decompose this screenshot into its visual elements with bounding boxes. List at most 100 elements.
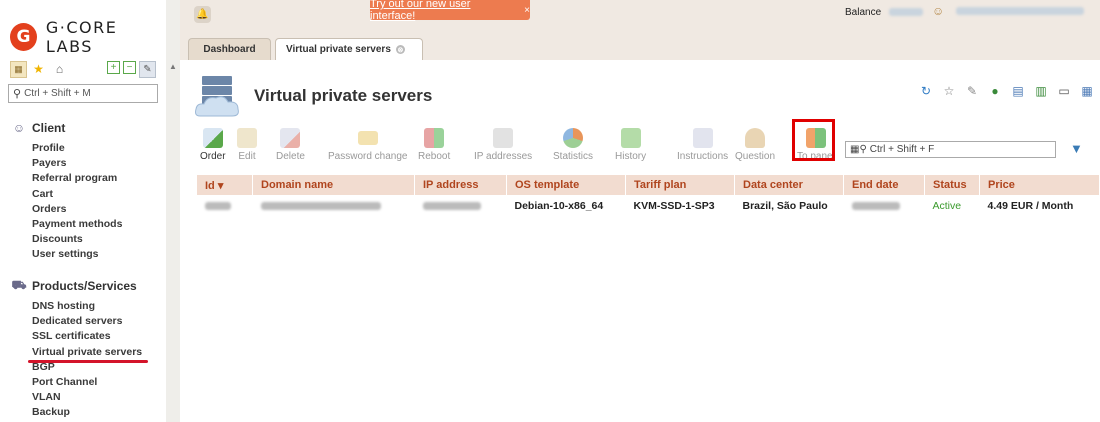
menu-tree-icon[interactable]: ▦	[10, 61, 27, 78]
balance-value-redacted	[888, 8, 923, 17]
print-icon[interactable]: ▭	[1057, 84, 1071, 98]
settings-table-icon[interactable]: ▦	[1080, 84, 1094, 98]
products-menu: DNS hosting Dedicated servers SSL certif…	[27, 299, 149, 421]
table-search-input[interactable]: ▦⚲ Ctrl + Shift + F	[845, 141, 1056, 158]
sidebar-item-discounts[interactable]: Discounts	[32, 232, 122, 247]
password-change-button[interactable]: Password change	[328, 128, 408, 162]
instructions-label: Instructions	[677, 151, 729, 162]
reboot-label: Reboot	[418, 151, 451, 162]
table-row[interactable]: Debian-10-x86_64 KVM-SSD-1-SP3 Brazil, S…	[197, 195, 1100, 217]
sidebar-search-input[interactable]: ⚲ Ctrl + Shift + M	[8, 84, 158, 103]
sidebar-splitter[interactable]: ▲	[166, 0, 180, 422]
collapse-all-icon[interactable]: −	[123, 61, 136, 74]
delete-button[interactable]: Delete	[276, 128, 305, 162]
to-panel-highlight	[792, 119, 835, 161]
section-products-label: Products/Services	[32, 279, 137, 293]
sidebar-item-vlan[interactable]: VLAN	[32, 390, 142, 405]
password-change-label: Password change	[328, 151, 408, 162]
sidebar-item-dedicated-servers[interactable]: Dedicated servers	[32, 314, 142, 329]
col-end-date[interactable]: End date	[843, 175, 925, 195]
instructions-button[interactable]: Instructions	[677, 128, 728, 162]
order-label: Order	[200, 151, 226, 162]
sidebar-item-backup[interactable]: Backup	[32, 405, 142, 420]
balance[interactable]: Balance	[845, 7, 923, 18]
notifications-icon[interactable]: 🔔	[194, 6, 211, 23]
sidebar-item-virtual-private-servers[interactable]: Virtual private servers	[27, 345, 149, 363]
globe-icon[interactable]: ●	[988, 84, 1002, 98]
close-tab-icon[interactable]: ⊗	[395, 45, 405, 54]
table-search-icon: ▦⚲	[850, 144, 867, 155]
cell-tariff-plan: KVM-SSD-1-SP3	[633, 200, 715, 212]
section-client-label: Client	[32, 121, 66, 135]
filter-icon[interactable]: ▼	[1070, 141, 1084, 156]
excel-icon[interactable]: ▥	[1034, 84, 1048, 98]
sidebar-toolbar: ▦ ★ ⌂ + − ✎	[10, 61, 162, 79]
sidebar-item-dns-hosting[interactable]: DNS hosting	[32, 299, 142, 314]
user-icon: ☺	[932, 4, 945, 18]
section-client-title[interactable]: ☺ Client	[12, 121, 65, 135]
sidebar-item-ssl-certificates[interactable]: SSL certificates	[32, 329, 142, 344]
table-search-placeholder: Ctrl + Shift + F	[869, 144, 935, 155]
export-icon[interactable]: ▤	[1011, 84, 1025, 98]
col-id[interactable]: Id ▾	[197, 175, 253, 195]
instructions-icon	[692, 128, 713, 148]
tab-dashboard-label: Dashboard	[203, 44, 256, 55]
sidebar-item-referral[interactable]: Referral program	[32, 171, 122, 186]
statistics-button[interactable]: Statistics	[553, 128, 593, 162]
server-cloud-icon	[195, 76, 239, 117]
expand-all-icon[interactable]: +	[107, 61, 120, 74]
col-os-template[interactable]: OS template	[506, 175, 626, 195]
question-button[interactable]: Question	[735, 128, 775, 162]
tab-virtual-private-servers[interactable]: Virtual private servers ⊗	[275, 38, 423, 60]
col-tariff-plan[interactable]: Tariff plan	[625, 175, 735, 195]
person-icon: ☺	[12, 121, 26, 135]
col-ip-address[interactable]: IP address	[414, 175, 507, 195]
col-data-center[interactable]: Data center	[734, 175, 844, 195]
tab-vps-label: Virtual private servers	[286, 44, 391, 55]
new-ui-link[interactable]: Try out our new user interface!	[370, 0, 516, 22]
col-status[interactable]: Status	[924, 175, 980, 195]
sidebar-item-orders[interactable]: Orders	[32, 202, 122, 217]
favorites-star-icon[interactable]: ★	[31, 61, 46, 76]
user-email-redacted	[956, 7, 1084, 15]
reboot-icon	[424, 128, 445, 148]
cell-end-date	[844, 195, 925, 217]
history-button[interactable]: History	[615, 128, 646, 162]
col-price[interactable]: Price	[979, 175, 1100, 195]
sidebar-item-payers[interactable]: Payers	[32, 156, 122, 171]
logo-mark-icon: G	[10, 23, 37, 51]
edit-label: Edit	[238, 151, 256, 162]
order-button[interactable]: Order	[200, 128, 226, 162]
pin-icon[interactable]: ✎	[139, 61, 156, 78]
sidebar-item-payment-methods[interactable]: Payment methods	[32, 217, 122, 232]
refresh-icon[interactable]: ↻	[919, 84, 933, 98]
cell-domain-name	[253, 195, 415, 217]
logo[interactable]: G G·CORE LABS	[10, 18, 166, 56]
sidebar-item-port-channel[interactable]: Port Channel	[32, 375, 142, 390]
new-ui-banner[interactable]: Try out our new user interface! ×	[370, 0, 530, 22]
ip-addresses-button[interactable]: IP addresses	[474, 128, 532, 162]
cell-data-center: Brazil, São Paulo	[742, 200, 828, 212]
col-domain-name[interactable]: Domain name	[252, 175, 415, 195]
briefcase-icon[interactable]: ⌂	[52, 61, 67, 76]
user-menu[interactable]: ☺	[932, 4, 1084, 18]
sidebar-item-profile[interactable]: Profile	[32, 141, 122, 156]
edit-button[interactable]: Edit	[237, 128, 257, 162]
pin-icon[interactable]: ✎	[965, 84, 979, 98]
history-icon	[620, 128, 641, 148]
section-products-title[interactable]: ⛟ Products/Services	[11, 278, 137, 293]
tab-dashboard[interactable]: Dashboard	[188, 38, 271, 60]
sidebar-item-cart[interactable]: Cart	[32, 187, 122, 202]
collapse-sidebar-icon[interactable]: ▲	[169, 62, 177, 71]
question-label: Question	[735, 151, 776, 162]
main-content: Virtual private servers ↻ ☆ ✎ ● ▤ ▥ ▭ ▦ …	[180, 60, 1100, 422]
sidebar-item-user-settings[interactable]: User settings	[32, 247, 122, 262]
pie-chart-icon	[563, 128, 583, 148]
table-header-row: Id ▾ Domain name IP address OS template …	[197, 175, 1100, 195]
favorite-star-icon[interactable]: ☆	[942, 84, 956, 98]
vps-table: Id ▾ Domain name IP address OS template …	[197, 175, 1100, 217]
cart-icon: ⛟	[11, 278, 27, 292]
cell-price: 4.49 EUR / Month	[987, 200, 1074, 212]
banner-close-icon[interactable]: ×	[524, 5, 530, 16]
reboot-button[interactable]: Reboot	[418, 128, 450, 162]
